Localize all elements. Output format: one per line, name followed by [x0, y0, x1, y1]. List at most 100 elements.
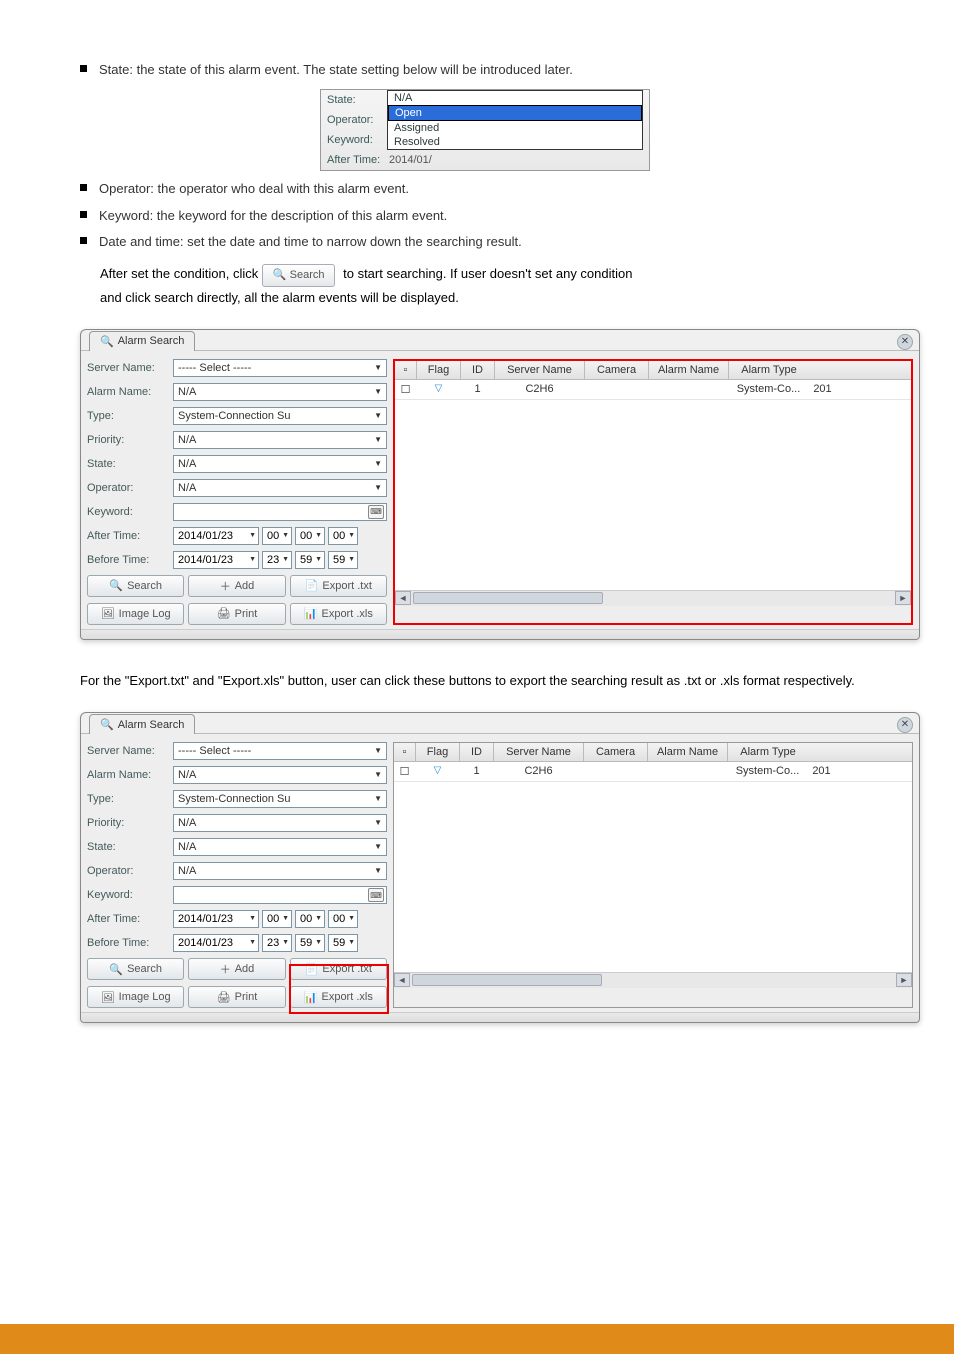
- state-dropdown-illustration: State: N/A Operator: N/A Open Assigned R…: [320, 89, 650, 171]
- export-txt-button[interactable]: 📄Export .txt: [290, 958, 387, 980]
- th-camera[interactable]: Camera: [585, 361, 649, 379]
- before-min[interactable]: 59: [295, 551, 325, 569]
- keyword-input[interactable]: ⌨: [173, 886, 387, 904]
- after-hour[interactable]: 00: [262, 910, 292, 928]
- results-table: ▫ Flag ID Server Name Camera Alarm Name …: [393, 742, 913, 1008]
- horizontal-scrollbar[interactable]: ◄ ►: [395, 590, 911, 606]
- before-hour[interactable]: 23: [262, 551, 292, 569]
- th-server[interactable]: Server Name: [495, 361, 585, 379]
- search-button[interactable]: 🔍Search: [87, 575, 184, 597]
- state-options-list[interactable]: N/A Open Assigned Resolved: [387, 90, 643, 150]
- results-table-highlighted: ▫ Flag ID Server Name Camera Alarm Name …: [393, 359, 913, 625]
- cell-extra: 201: [809, 380, 837, 399]
- xls-icon: 📊: [304, 607, 318, 620]
- window-title: Alarm Search: [118, 719, 185, 731]
- table-row[interactable]: ☐ ▽ 1 C2H6 System-Co... 201: [395, 380, 911, 400]
- scroll-thumb[interactable]: [413, 592, 603, 604]
- label-server: Server Name:: [87, 362, 173, 374]
- after-min[interactable]: 00: [295, 527, 325, 545]
- before-date[interactable]: 2014/01/23: [173, 551, 259, 569]
- type-select[interactable]: System-Connection Su: [173, 790, 387, 808]
- option-open[interactable]: Open: [388, 105, 642, 121]
- label-operator: Operator:: [87, 482, 173, 494]
- label-priority: Priority:: [87, 434, 173, 446]
- search-button[interactable]: 🔍Search: [87, 958, 184, 980]
- cell-camera: [585, 380, 649, 399]
- server-select[interactable]: ----- Select -----: [173, 742, 387, 760]
- horizontal-scrollbar[interactable]: ◄ ►: [394, 972, 912, 988]
- close-icon[interactable]: ✕: [897, 334, 913, 350]
- row-checkbox[interactable]: ☐: [395, 380, 417, 399]
- window-tab[interactable]: 🔍 Alarm Search: [89, 714, 195, 734]
- add-button[interactable]: ＋Add: [188, 575, 285, 597]
- bullet-operator-text: Operator: the operator who deal with thi…: [99, 179, 409, 200]
- print-button[interactable]: 🖨Print: [188, 603, 285, 625]
- alarm-select[interactable]: N/A: [173, 766, 387, 784]
- scroll-left-icon[interactable]: ◄: [395, 591, 411, 605]
- priority-select[interactable]: N/A: [173, 814, 387, 832]
- operator-select[interactable]: N/A: [173, 479, 387, 497]
- keyboard-icon[interactable]: ⌨: [368, 888, 384, 902]
- before-sec[interactable]: 59: [328, 934, 358, 952]
- bullet-icon: [80, 237, 87, 244]
- table-row[interactable]: ☐ ▽ 1 C2H6 System-Co... 201: [394, 762, 912, 782]
- image-icon: 🖼: [101, 607, 115, 620]
- bullet-icon: [80, 65, 87, 72]
- flag-icon: ▽: [416, 762, 460, 781]
- print-button[interactable]: 🖨Print: [188, 986, 285, 1008]
- th-flag[interactable]: Flag: [417, 361, 461, 379]
- search-icon: 🔍: [100, 335, 114, 348]
- priority-select[interactable]: N/A: [173, 431, 387, 449]
- after-sec[interactable]: 00: [328, 527, 358, 545]
- after-min[interactable]: 00: [295, 910, 325, 928]
- state-select[interactable]: N/A: [173, 455, 387, 473]
- type-select[interactable]: System-Connection Su: [173, 407, 387, 425]
- search-icon: 🔍: [109, 579, 123, 592]
- before-date[interactable]: 2014/01/23: [173, 934, 259, 952]
- after-date[interactable]: 2014/01/23: [173, 527, 259, 545]
- th-checkbox[interactable]: ▫: [395, 361, 417, 379]
- alarm-select[interactable]: N/A: [173, 383, 387, 401]
- label-type: Type:: [87, 410, 173, 422]
- operator-select[interactable]: N/A: [173, 862, 387, 880]
- before-min[interactable]: 59: [295, 934, 325, 952]
- label-before: Before Time:: [87, 554, 173, 566]
- cell-alarm-name: [649, 380, 729, 399]
- sp-operator-label: Operator:: [327, 114, 387, 126]
- image-log-button[interactable]: 🖼Image Log: [87, 986, 184, 1008]
- close-icon[interactable]: ✕: [897, 717, 913, 733]
- scroll-right-icon[interactable]: ►: [895, 591, 911, 605]
- th-alarm-type[interactable]: Alarm Type: [729, 361, 809, 379]
- search-icon: 🔍: [100, 718, 114, 731]
- after-date[interactable]: 2014/01/23: [173, 910, 259, 928]
- table-body: ☐ ▽ 1 C2H6 System-Co... 201: [395, 380, 911, 590]
- server-select[interactable]: ----- Select -----: [173, 359, 387, 377]
- export-txt-button[interactable]: 📄Export .txt: [290, 575, 387, 597]
- export-xls-button[interactable]: 📊Export .xls: [290, 986, 387, 1008]
- search-form: Server Name:----- Select ----- Alarm Nam…: [87, 359, 387, 625]
- bullet-icon: [80, 184, 87, 191]
- bullet-keyword-text: Keyword: the keyword for the description…: [99, 206, 447, 227]
- alarm-search-window-2: 🔍 Alarm Search ✕ Server Name:----- Selec…: [80, 712, 920, 1023]
- before-hour[interactable]: 23: [262, 934, 292, 952]
- option-na[interactable]: N/A: [388, 91, 642, 105]
- flag-icon: ▽: [417, 380, 461, 399]
- bullet-date-text: Date and time: set the date and time to …: [99, 232, 522, 253]
- th-id[interactable]: ID: [461, 361, 495, 379]
- add-button[interactable]: ＋Add: [188, 958, 285, 980]
- option-assigned[interactable]: Assigned: [388, 121, 642, 135]
- sp-state-label: State:: [327, 94, 387, 106]
- image-log-button[interactable]: 🖼Image Log: [87, 603, 184, 625]
- keyword-input[interactable]: ⌨: [173, 503, 387, 521]
- before-sec[interactable]: 59: [328, 551, 358, 569]
- after-sec[interactable]: 00: [328, 910, 358, 928]
- after-hour[interactable]: 00: [262, 527, 292, 545]
- option-resolved[interactable]: Resolved: [388, 135, 642, 149]
- cell-alarm-type: System-Co...: [729, 380, 809, 399]
- th-alarm-name[interactable]: Alarm Name: [649, 361, 729, 379]
- state-select[interactable]: N/A: [173, 838, 387, 856]
- keyboard-icon[interactable]: ⌨: [368, 505, 384, 519]
- export-xls-button[interactable]: 📊Export .xls: [290, 603, 387, 625]
- window-tab[interactable]: 🔍 Alarm Search: [89, 331, 195, 351]
- th-checkbox[interactable]: ▫: [394, 743, 416, 761]
